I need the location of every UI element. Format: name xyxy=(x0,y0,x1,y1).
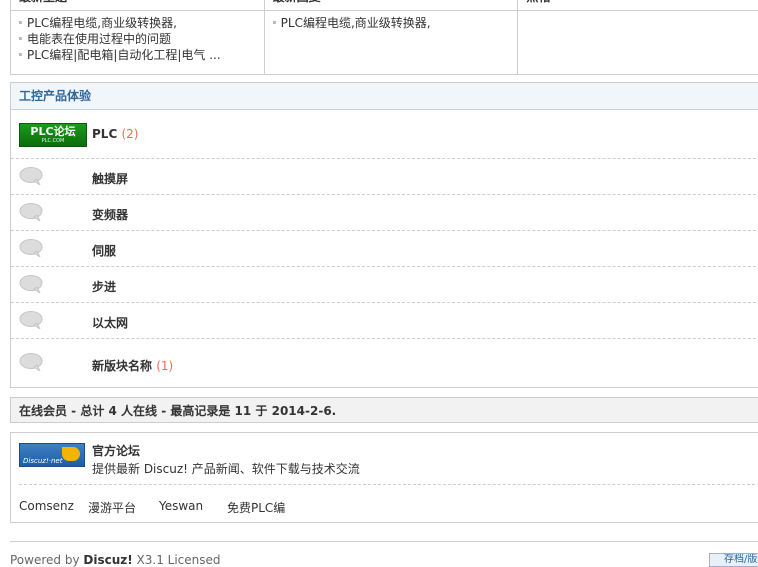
forum-name[interactable]: 步进 xyxy=(92,278,116,295)
latest-replies-column: 最新回复 PLC编程电缆,商业级转换器, xyxy=(264,0,519,74)
list-item[interactable]: PLC编程电缆,商业级转换器, xyxy=(19,15,264,31)
friend-links-box: Discuz!·net 官方论坛 提供最新 Discuz! 产品新闻、软件下载与… xyxy=(10,432,758,523)
speech-bubble-icon xyxy=(19,203,43,221)
plc-logo[interactable]: PLC论坛 PLC.COM xyxy=(19,123,87,147)
forum-name[interactable]: 伺服 xyxy=(92,242,116,259)
bullet-icon xyxy=(19,53,22,56)
text-link[interactable]: Yeswan xyxy=(159,499,203,513)
discuz-logo[interactable]: Discuz!·net xyxy=(19,443,85,467)
speech-bubble-icon xyxy=(19,239,43,257)
forum-name[interactable]: 新版块名称 (1) xyxy=(92,357,173,374)
archiver-button[interactable]: 存档/版 xyxy=(709,553,758,567)
official-forum-link[interactable]: 官方论坛 xyxy=(92,442,140,459)
speech-bubble-icon xyxy=(19,167,43,185)
discuz-sun-icon xyxy=(62,447,80,461)
forum-row-plc[interactable]: PLC论坛 PLC.COM PLC (2) xyxy=(11,110,758,159)
hot-posts-column: 热帖 xyxy=(518,0,758,74)
latest-topics-list: PLC编程电缆,商业级转换器, 电能表在使用过程中的问题 PLC编程|配电箱|自… xyxy=(11,15,264,63)
official-forum-desc: 提供最新 Discuz! 产品新闻、软件下载与技术交流 xyxy=(92,462,360,476)
forum-name[interactable]: 变频器 xyxy=(92,206,128,223)
latest-replies-list: PLC编程电缆,商业级转换器, xyxy=(265,15,518,31)
forum-row-ethernet[interactable]: 以太网 xyxy=(11,303,758,339)
divider xyxy=(19,484,758,485)
forum-row-new-board[interactable]: 新版块名称 (1) xyxy=(11,339,758,387)
bullet-icon xyxy=(272,21,276,24)
forum-row-inverter[interactable]: 变频器 xyxy=(11,195,758,231)
forum-name[interactable]: 以太网 xyxy=(92,314,128,331)
speech-bubble-icon xyxy=(19,311,43,329)
bullet-icon xyxy=(19,37,22,40)
forum-name[interactable]: PLC (2) xyxy=(92,127,138,141)
forum-row-stepper[interactable]: 步进 xyxy=(11,267,758,303)
footer-divider xyxy=(10,541,758,542)
hot-posts-title: 热帖 xyxy=(518,0,758,11)
forum-count: (2) xyxy=(121,127,139,141)
forum-group-title[interactable]: 工控产品体验 xyxy=(11,83,758,110)
latest-replies-title: 最新回复 xyxy=(264,0,518,11)
speech-bubble-icon xyxy=(19,275,43,293)
speech-bubble-icon xyxy=(19,353,43,371)
online-members-bar[interactable]: 在线会员 - 总计 4 人在线 - 最高记录是 11 于 2014-2-6. xyxy=(10,397,758,423)
forum-row-servo[interactable]: 伺服 xyxy=(11,231,758,267)
latest-topics-column: 最新主题 PLC编程电缆,商业级转换器, 电能表在使用过程中的问题 PLC编程|… xyxy=(11,0,265,74)
forum-row-touchscreen[interactable]: 触摸屏 xyxy=(11,159,758,195)
list-item[interactable]: PLC编程电缆,商业级转换器, xyxy=(272,15,518,31)
forum-name[interactable]: 触摸屏 xyxy=(92,170,128,187)
text-link[interactable]: Comsenz xyxy=(19,499,74,513)
forum-group: 工控产品体验 PLC论坛PLC.COM PLC (2) 触摸屏 变频器 伺服 xyxy=(10,82,758,388)
text-link[interactable]: 免费PLC编 xyxy=(227,499,285,516)
list-item[interactable]: 电能表在使用过程中的问题 xyxy=(19,31,264,47)
text-link[interactable]: 漫游平台 xyxy=(88,499,136,516)
bullet-icon xyxy=(19,21,22,24)
list-item[interactable]: PLC编程|配电箱|自动化工程|电气 ... xyxy=(19,47,264,63)
latest-topics-title: 最新主题 xyxy=(11,0,264,11)
forum-count: (1) xyxy=(156,359,174,373)
discuz-link[interactable]: Discuz! xyxy=(83,553,132,567)
latest-panel: 最新主题 PLC编程电缆,商业级转换器, 电能表在使用过程中的问题 PLC编程|… xyxy=(10,0,758,75)
powered-by: Powered by Discuz! X3.1 Licensed xyxy=(10,553,221,567)
